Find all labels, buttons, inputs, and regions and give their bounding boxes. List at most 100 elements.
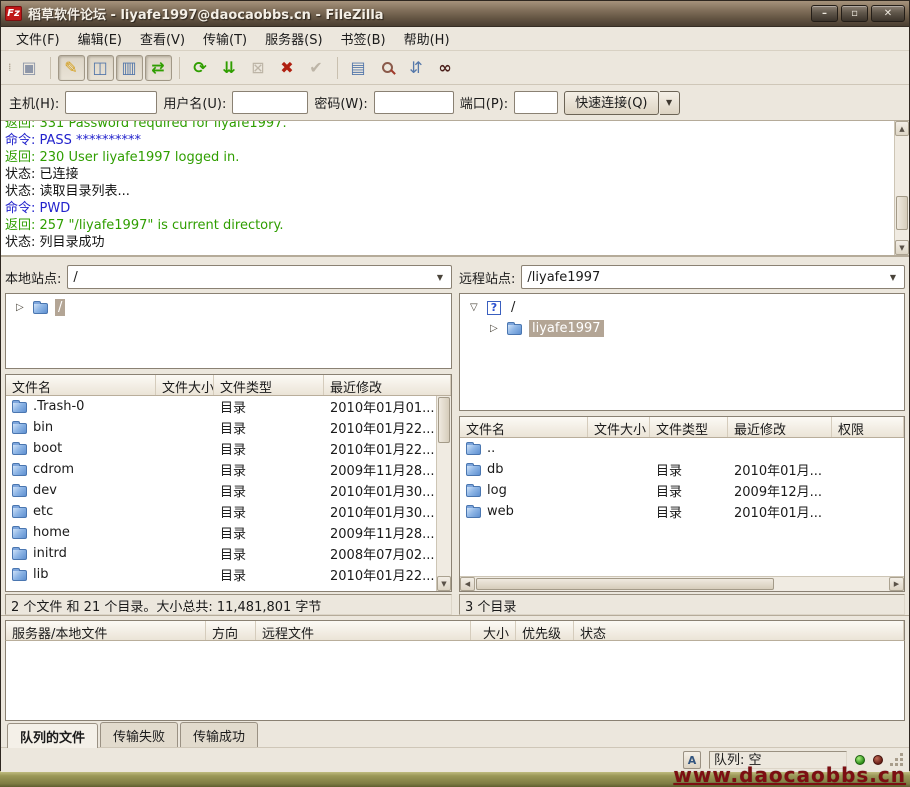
password-input[interactable] [374,91,454,114]
menu-edit[interactable]: 编辑(E) [69,27,131,50]
remote-tree-child-row[interactable]: ▷ liyafe1997 [460,318,904,339]
expand-arrow-icon[interactable]: ▷ [490,323,500,334]
remote-pane: 远程站点: /liyafe1997 ▼ ▽ ? / ▷ li [459,261,905,615]
toolbar-separator [179,57,180,79]
local-list-scrollbar[interactable]: ▼ [436,396,451,591]
scroll-up-icon[interactable]: ▲ [895,121,909,136]
folder-icon [12,507,27,518]
file-row[interactable]: .Trash-0 目录 2010年01月01... [6,396,436,417]
log-scrollbar[interactable]: ▲ ▼ [894,121,909,255]
disconnect-button[interactable]: ✖ [274,55,301,81]
queue-list-area[interactable] [5,641,905,721]
password-label: 密码(W): [314,93,367,112]
collapse-arrow-icon[interactable]: ▽ [470,302,480,313]
tab-queued-files[interactable]: 队列的文件 [7,723,98,748]
cancel-icon: ⊠ [251,60,264,76]
toggle-queue-button[interactable]: ⇄ [145,55,172,81]
remote-list-hscrollbar[interactable]: ◀ ▶ [460,576,904,591]
scrollbar-thumb[interactable] [476,578,774,590]
refresh-button[interactable]: ⟳ [187,55,214,81]
toggle-directory-view-button[interactable]: ▥ [116,55,143,81]
chevron-down-icon[interactable]: ▼ [882,273,904,282]
file-row[interactable]: home 目录 2009年11月28... [6,522,436,543]
column-header-direction[interactable]: 方向 [206,621,256,640]
folder-icon [12,444,27,455]
file-row[interactable]: initrd 目录 2008年07月02... [6,543,436,564]
menu-bookmarks[interactable]: 书签(B) [332,27,395,50]
site-manager-button[interactable]: ▣ [16,55,43,81]
scroll-down-icon[interactable]: ▼ [437,576,451,591]
file-row[interactable]: db 目录 2010年01月... [460,459,904,480]
column-header-filesize[interactable]: 文件大小 [156,375,214,395]
menu-server[interactable]: 服务器(S) [256,27,331,50]
username-input[interactable] [232,91,308,114]
column-header-local-file[interactable]: 服务器/本地文件 [6,621,206,640]
local-site-combobox[interactable]: / ▼ [67,265,452,289]
synchronized-browsing-button[interactable]: ⇵ [403,55,430,81]
column-header-permissions[interactable]: 权限 [832,417,904,437]
port-input[interactable] [514,91,558,114]
log-line: 返回: 230 User liyafe1997 logged in. [5,149,894,166]
column-header-filetype[interactable]: 文件类型 [214,375,324,395]
toggle-tree-view-button[interactable]: ◫ [87,55,114,81]
column-header-size[interactable]: 大小 [471,621,516,640]
menu-transfer[interactable]: 传输(T) [194,27,256,50]
host-label: 主机(H): [9,93,59,112]
file-row[interactable]: .. [460,438,904,459]
minimize-button[interactable]: – [811,5,838,22]
tab-successful-transfers[interactable]: 传输成功 [180,722,258,747]
column-header-modified[interactable]: 最近修改 [324,375,451,395]
file-row[interactable]: etc 目录 2010年01月30... [6,501,436,522]
file-row[interactable]: web 目录 2010年01月... [460,501,904,522]
file-row[interactable]: log 目录 2009年12月... [460,480,904,501]
remote-tree-child-label[interactable]: liyafe1997 [529,320,604,337]
remote-tree-root-label[interactable]: / [508,299,518,316]
quickconnect-dropdown-button[interactable]: ▼ [660,91,680,115]
file-row[interactable]: cdrom 目录 2009年11月28... [6,459,436,480]
port-label: 端口(P): [460,93,508,112]
toggle-log-button[interactable]: ✎ [58,55,85,81]
scroll-left-icon[interactable]: ◀ [460,577,475,591]
tab-failed-transfers[interactable]: 传输失败 [100,722,178,747]
username-label: 用户名(U): [163,93,226,112]
log-line: 返回: 331 Password required for liyafe1997… [5,121,894,132]
directory-comparison-button[interactable] [374,55,401,81]
scrollbar-thumb[interactable] [896,196,908,230]
message-log-panel: 返回: 331 Password required for liyafe1997… [1,121,909,257]
find-files-button[interactable]: ∞ [432,55,459,81]
column-header-priority[interactable]: 优先级 [516,621,574,640]
file-row[interactable]: dev 目录 2010年01月30... [6,480,436,501]
sync-browsing-icon: ⇵ [409,60,422,76]
file-row[interactable]: bin 目录 2010年01月22... [6,417,436,438]
expand-arrow-icon[interactable]: ▷ [16,302,26,313]
column-header-filesize[interactable]: 文件大小 [588,417,650,437]
file-row[interactable]: lib 目录 2010年01月22... [6,564,436,585]
maximize-button[interactable]: ▫ [841,5,868,22]
scroll-down-icon[interactable]: ▼ [895,240,909,255]
column-header-remote-file[interactable]: 远程文件 [256,621,471,640]
host-input[interactable] [65,91,157,114]
remote-status-text: 3 个目录 [459,594,905,615]
column-header-filename[interactable]: 文件名 [6,375,156,395]
scroll-right-icon[interactable]: ▶ [889,577,904,591]
titlebar[interactable]: Fz 稻草软件论坛 - liyafe1997@daocaobbs.cn - Fi… [1,1,909,27]
scrollbar-thumb[interactable] [438,397,450,443]
menu-file[interactable]: 文件(F) [7,27,69,50]
local-tree-root-label[interactable]: / [55,299,65,316]
filter-button[interactable]: ▤ [345,55,372,81]
close-button[interactable]: ✕ [871,5,905,22]
menu-view[interactable]: 查看(V) [131,27,194,50]
remote-site-combobox[interactable]: /liyafe1997 ▼ [521,265,905,289]
process-queue-button[interactable]: ⇊ [216,55,243,81]
quickconnect-button[interactable]: 快速连接(Q) [564,91,658,115]
column-header-filetype[interactable]: 文件类型 [650,417,728,437]
local-tree-root-row[interactable]: ▷ / [6,297,451,318]
column-header-modified[interactable]: 最近修改 [728,417,832,437]
column-header-filename[interactable]: 文件名 [460,417,588,437]
column-header-status[interactable]: 状态 [574,621,904,640]
file-row[interactable]: boot 目录 2010年01月22... [6,438,436,459]
chevron-down-icon[interactable]: ▼ [429,273,451,282]
remote-tree-root-row[interactable]: ▽ ? / [460,297,904,318]
log-line: 状态: 已连接 [5,166,894,183]
menu-help[interactable]: 帮助(H) [395,27,459,50]
